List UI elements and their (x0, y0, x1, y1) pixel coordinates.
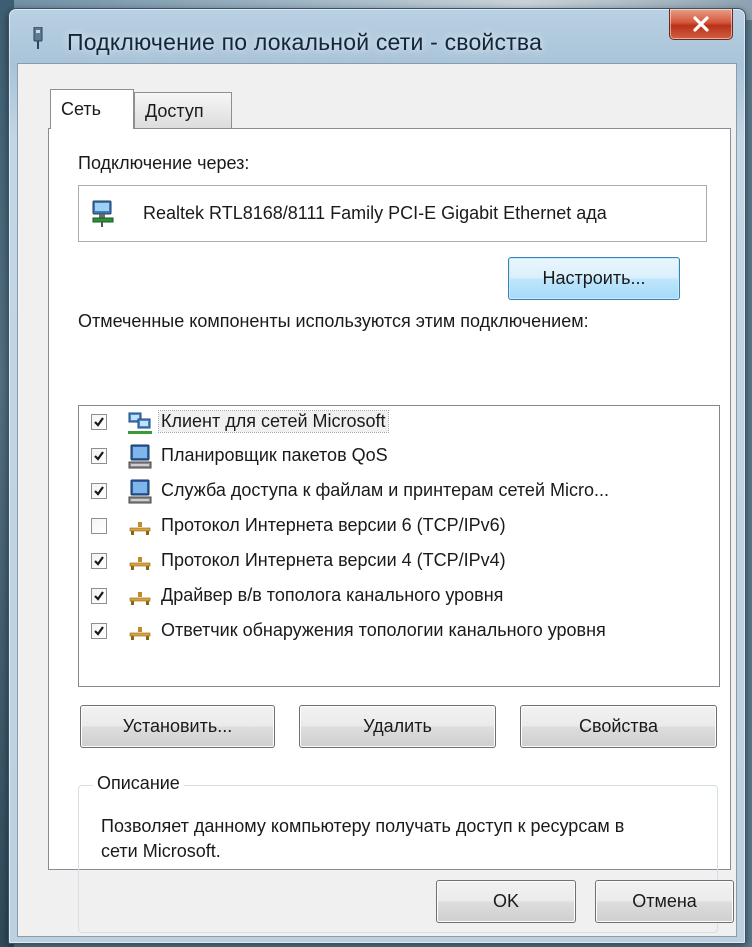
list-item[interactable]: Протокол Интернета версии 4 (TCP/IPv4) (79, 547, 719, 579)
window-title: Подключение по локальной сети - свойства (67, 29, 543, 55)
tab-sharing[interactable]: Доступ (134, 92, 232, 129)
protocol-icon (129, 557, 151, 570)
adapter-name: Realtek RTL8168/8111 Family PCI-E Gigabi… (143, 203, 607, 223)
title-bar[interactable]: Подключение по локальной сети - свойства (9, 9, 745, 63)
description-legend: Описание (93, 773, 184, 794)
components-label: Отмеченные компоненты используются этим … (78, 311, 589, 331)
checkmark-icon (94, 591, 104, 601)
component-checkbox[interactable] (91, 588, 107, 604)
cancel-button[interactable]: Отмена (595, 880, 734, 923)
dialog-client-area: Сеть Доступ Подключение через: Realtek R… (17, 63, 737, 937)
properties-dialog: Подключение по локальной сети - свойства… (8, 8, 746, 944)
service-computer-icon (128, 479, 152, 504)
connect-using-label: Подключение через: (78, 153, 250, 173)
component-label: Планировщик пакетов QoS (161, 445, 388, 465)
list-item[interactable]: Драйвер в/в тополога канального уровня (79, 582, 719, 614)
component-checkbox[interactable] (91, 518, 107, 534)
network-tab-panel: Подключение через: Realtek RTL8168/8111 … (48, 128, 731, 933)
component-checkbox[interactable] (91, 414, 107, 430)
ok-button[interactable]: OK (436, 880, 576, 923)
component-label: Служба доступа к файлам и принтерам сете… (161, 480, 609, 500)
component-checkbox[interactable] (91, 553, 107, 569)
adapter-field: Realtek RTL8168/8111 Family PCI-E Gigabi… (78, 185, 707, 242)
list-item[interactable]: Служба доступа к файлам и принтерам сете… (79, 477, 719, 509)
component-label: Протокол Интернета версии 4 (TCP/IPv4) (161, 550, 506, 570)
component-label: Драйвер в/в тополога канального уровня (161, 585, 504, 605)
close-icon (693, 16, 709, 32)
component-label: Протокол Интернета версии 6 (TCP/IPv6) (161, 515, 506, 535)
component-label: Ответчик обнаружения топологии канальног… (161, 620, 606, 640)
list-item[interactable]: Ответчик обнаружения топологии канальног… (79, 617, 719, 649)
component-label: Клиент для сетей Microsoft (158, 410, 389, 433)
component-checkbox[interactable] (91, 448, 107, 464)
description-text: Позволяет данному компьютеру получать до… (101, 816, 625, 861)
tab-network[interactable]: Сеть (50, 89, 134, 129)
network-adapter-icon (92, 200, 114, 227)
protocol-icon (129, 522, 151, 535)
list-item[interactable]: Протокол Интернета версии 6 (TCP/IPv6) (79, 512, 719, 544)
checkmark-icon (94, 486, 104, 496)
checkmark-icon (94, 451, 104, 461)
protocol-icon (129, 592, 151, 605)
list-item[interactable]: Планировщик пакетов QoS (79, 442, 719, 474)
service-computer-icon (128, 444, 152, 469)
network-client-icon (128, 412, 152, 434)
install-button[interactable]: Установить... (80, 705, 275, 748)
components-list[interactable]: Клиент для сетей Microsoft Планировщик п… (78, 405, 720, 687)
network-connection-icon (33, 27, 43, 49)
properties-button[interactable]: Свойства (520, 705, 717, 748)
close-button[interactable] (669, 9, 733, 40)
checkmark-icon (94, 417, 104, 427)
component-checkbox[interactable] (91, 483, 107, 499)
checkmark-icon (94, 626, 104, 636)
checkmark-icon (94, 556, 104, 566)
configure-button[interactable]: Настроить... (508, 257, 680, 300)
protocol-icon (129, 627, 151, 640)
list-item[interactable]: Клиент для сетей Microsoft (79, 408, 719, 440)
component-checkbox[interactable] (91, 623, 107, 639)
remove-button[interactable]: Удалить (299, 705, 496, 748)
